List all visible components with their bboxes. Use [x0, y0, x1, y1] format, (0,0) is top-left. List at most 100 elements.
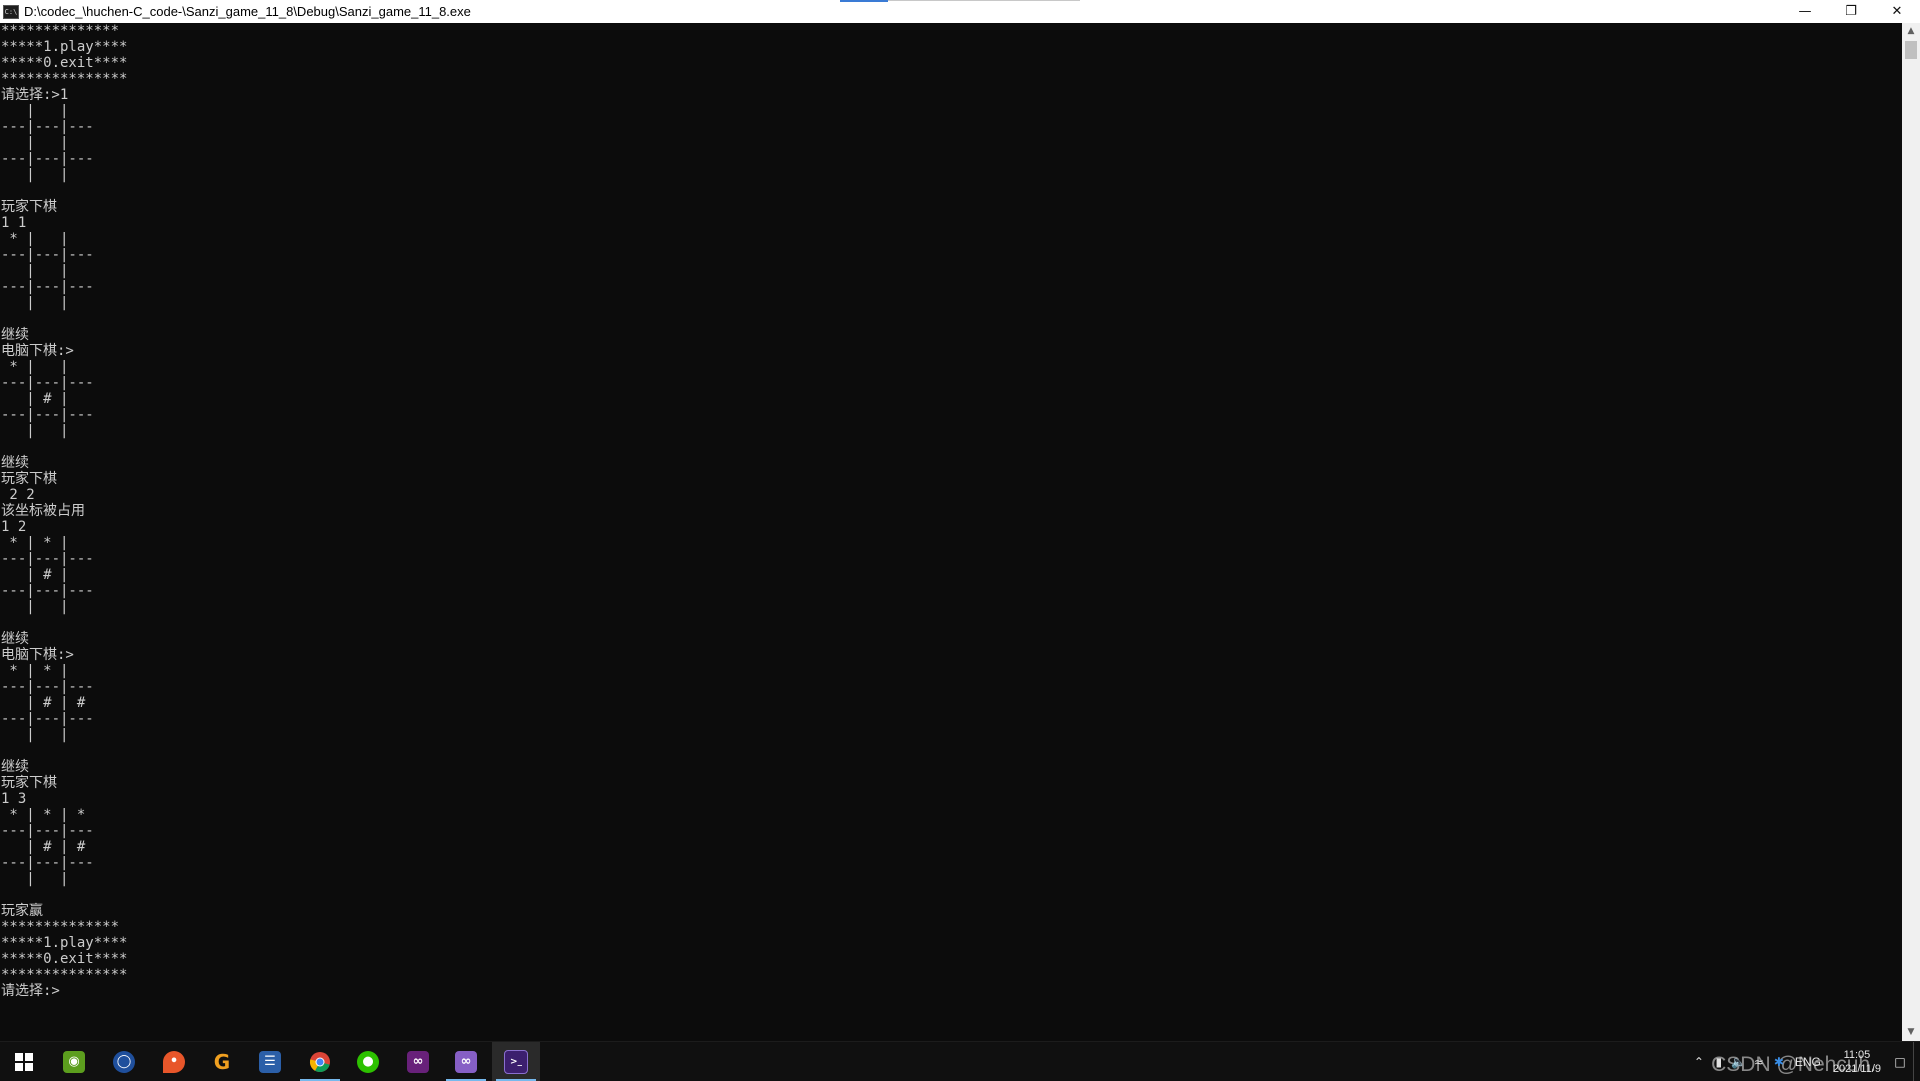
title-bar[interactable]: C:\ D:\codec_\huchen-C_code-\Sanzi_game_…: [0, 0, 1920, 23]
windows-logo-icon: [15, 1052, 33, 1071]
language-indicator[interactable]: ENG: [1795, 1055, 1821, 1069]
minimize-button[interactable]: —: [1782, 0, 1828, 23]
bluetooth-icon[interactable]: ✱: [1769, 1055, 1789, 1069]
console-line: ---|---|---: [1, 375, 94, 391]
console-text: ************** *****1.play**** *****0.exit…: [0, 23, 1902, 999]
scroll-up-arrow-icon[interactable]: ▲: [1902, 23, 1920, 40]
console-line: *****1.play****: [1, 39, 128, 55]
console-line: 1 1: [1, 215, 27, 231]
clock[interactable]: 11:05 2021/11/9: [1833, 1048, 1881, 1076]
restore-icon: ❐: [1845, 4, 1857, 19]
taskbar-chrome[interactable]: [296, 1042, 344, 1081]
clock-time: 11:05: [1843, 1048, 1871, 1061]
console-line: ---|---|---: [1, 855, 94, 871]
console-line: * | |: [1, 231, 94, 247]
console-line: *****0.exit****: [1, 55, 128, 71]
console-line: 继续: [1, 759, 29, 775]
visual-studio-icon: ∞: [455, 1050, 477, 1073]
vertical-scrollbar[interactable]: ▲ ▼: [1902, 23, 1920, 1041]
nvidia-icon: ◉: [63, 1050, 85, 1073]
visual-studio-icon: ∞: [407, 1050, 429, 1073]
chrome-icon: [309, 1051, 330, 1072]
chevron-up-icon[interactable]: ⌃: [1689, 1055, 1709, 1069]
console-line: 请选择:>1: [1, 87, 69, 103]
console-line: ---|---|---: [1, 711, 94, 727]
taskbar-nvidia[interactable]: ◉: [50, 1042, 98, 1081]
console-line: ---|---|---: [1, 119, 94, 135]
taskbar-visual-studio-1[interactable]: ∞: [394, 1042, 442, 1081]
console-line: 继续: [1, 455, 29, 471]
console-line: 2 2: [1, 487, 35, 503]
console-line: ***************: [1, 967, 128, 983]
taskbar-wechat[interactable]: ●: [344, 1042, 392, 1081]
start-button[interactable]: [0, 1042, 48, 1081]
taskbar-blue-app[interactable]: ◯: [100, 1042, 148, 1081]
console-line: 玩家下棋: [1, 471, 57, 487]
console-line: | |: [1, 135, 94, 151]
title-accent-line: [888, 0, 1080, 1]
console-line: ---|---|---: [1, 679, 94, 695]
scroll-thumb[interactable]: [1905, 41, 1917, 59]
console-line: **************: [1, 23, 120, 39]
console-line: 1 2: [1, 519, 27, 535]
console-line: ---|---|---: [1, 583, 94, 599]
volume-icon[interactable]: 🔈: [1729, 1055, 1749, 1069]
battery-icon[interactable]: ▮: [1709, 1055, 1729, 1069]
console-line: | # |: [1, 391, 94, 407]
console-line: 玩家下棋: [1, 199, 57, 215]
console-line: | # | #: [1, 695, 94, 711]
console-line: 电脑下棋:>: [1, 647, 74, 663]
clock-date: 2021/11/9: [1832, 1062, 1881, 1075]
console-line: 请选择:>: [1, 983, 60, 999]
console-line: * | * |: [1, 535, 94, 551]
taskbar-visual-studio-2[interactable]: ∞: [442, 1042, 490, 1081]
minimize-icon: —: [1798, 4, 1812, 19]
scroll-down-arrow-icon[interactable]: ▼: [1902, 1024, 1920, 1041]
close-button[interactable]: ✕: [1874, 0, 1920, 23]
title-accent: [840, 0, 888, 2]
restore-button[interactable]: ❐: [1828, 0, 1874, 23]
console-line: ---|---|---: [1, 247, 94, 263]
console-line: ---|---|---: [1, 823, 94, 839]
console-output-area[interactable]: ************** *****1.play**** *****0.exit…: [0, 23, 1902, 1041]
console-line: ---|---|---: [1, 279, 94, 295]
taskbar-g-app[interactable]: G: [198, 1042, 246, 1081]
console-app-icon: C:\: [3, 4, 19, 19]
console-line: * | |: [1, 359, 94, 375]
console-line: | |: [1, 263, 94, 279]
console-line: 继续: [1, 327, 29, 343]
console-line: 继续: [1, 631, 29, 647]
console-icon: >_: [504, 1049, 528, 1074]
console-line: ---|---|---: [1, 551, 94, 567]
console-line: * | * | *: [1, 807, 94, 823]
console-line: | |: [1, 599, 94, 615]
console-line: ***************: [1, 71, 128, 87]
console-line: *****0.exit****: [1, 951, 128, 967]
taskbar: ◉ ◯ • G ☰ ● ∞ ∞ >_ CSDN @Nehcuh. ⌃ ▮ 🔈 ≈: [0, 1041, 1920, 1081]
console-line: *****1.play****: [1, 935, 128, 951]
window-title: D:\codec_\huchen-C_code-\Sanzi_game_11_8…: [24, 4, 471, 19]
console-line: ---|---|---: [1, 151, 94, 167]
console-line: | |: [1, 423, 94, 439]
system-tray: ⌃ ▮ 🔈 ≈ ✱ ENG 11:05 2021/11/9 □: [1689, 1042, 1920, 1081]
taskbar-document-app[interactable]: ☰: [246, 1042, 294, 1081]
console-line: | |: [1, 295, 94, 311]
console-line: | |: [1, 727, 94, 743]
console-line: 玩家下棋: [1, 775, 57, 791]
console-line: | |: [1, 167, 94, 183]
notification-icon[interactable]: □: [1887, 1055, 1913, 1069]
taskbar-orange-app[interactable]: •: [150, 1042, 198, 1081]
taskbar-console[interactable]: >_: [492, 1042, 540, 1081]
console-line: **************: [1, 919, 120, 935]
console-line: 1 3: [1, 791, 27, 807]
console-line: 玩家赢: [1, 903, 43, 919]
show-desktop-button[interactable]: [1913, 1042, 1920, 1081]
wifi-icon[interactable]: ≈: [1749, 1055, 1769, 1069]
console-line: | # | #: [1, 839, 94, 855]
